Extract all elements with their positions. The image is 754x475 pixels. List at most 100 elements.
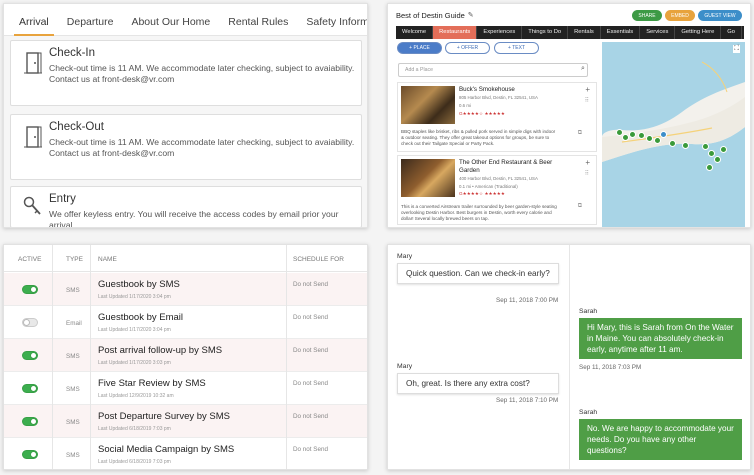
- col-active: ACTIVE: [18, 256, 42, 263]
- card-body: Check-out time is 11 AM. We accommodate …: [49, 63, 355, 84]
- toggle-knob: [30, 385, 37, 392]
- nav-welcome[interactable]: Welcome: [396, 26, 434, 39]
- nav-services[interactable]: Services: [640, 26, 676, 39]
- nav-essentials[interactable]: Essentials: [601, 26, 641, 39]
- add-text-button[interactable]: + TEXT: [494, 42, 539, 54]
- sender-name: Sarah: [579, 409, 598, 416]
- sender-name: Mary: [397, 363, 413, 370]
- map-pin[interactable]: [708, 150, 715, 157]
- map-pin[interactable]: [669, 140, 676, 147]
- edit-icon[interactable]: ✎: [468, 11, 474, 19]
- map-pin[interactable]: [654, 137, 661, 144]
- last-updated: Last Updated 1/17/2020 3:04 pm: [98, 327, 171, 333]
- active-toggle[interactable]: [22, 351, 38, 360]
- map-pin[interactable]: [646, 135, 653, 142]
- plus-icon[interactable]: +: [585, 85, 590, 94]
- active-toggle[interactable]: [22, 318, 38, 327]
- drag-handle-icon[interactable]: ⠿: [585, 170, 589, 177]
- schedule-value: Do not Send: [293, 314, 329, 321]
- add-place-input[interactable]: Add a Place: [398, 63, 588, 77]
- message-name[interactable]: Post arrival follow-up by SMS: [98, 345, 222, 356]
- sender-name: Sarah: [579, 308, 598, 315]
- toggle-knob: [30, 286, 37, 293]
- table-row[interactable]: SMS Post arrival follow-up by SMS Last Upd…: [4, 339, 367, 372]
- listing-address: 400 Harbor Blvd, Destin, FL 32541, USA: [459, 176, 538, 181]
- col-schedule: SCHEDULE FOR: [293, 256, 344, 263]
- guest-view-button[interactable]: GUEST VIEW: [698, 10, 742, 21]
- col-name: NAME: [98, 256, 117, 263]
- map-pin[interactable]: [706, 164, 713, 171]
- nav-rentals[interactable]: Rentals: [568, 26, 601, 39]
- rating-stars: G★★★★☆ ★★★★★: [459, 111, 506, 116]
- tab-rental-rules[interactable]: Rental Rules: [219, 16, 297, 35]
- map-pin[interactable]: [702, 143, 709, 150]
- listing-name: The Other End Restaurant & Beer Garden: [459, 159, 553, 174]
- table-row[interactable]: SMS Social Media Campaign by SMS Last Upda…: [4, 438, 367, 469]
- table-row[interactable]: Email Guestbook by Email Last Updated 1/17…: [4, 306, 367, 339]
- card-title: Check-In: [49, 47, 96, 59]
- listing-description: BBQ staples like brisket, ribs & pulled …: [401, 129, 556, 146]
- tab-about-our-home[interactable]: About Our Home: [122, 16, 219, 35]
- tab-departure[interactable]: Departure: [58, 16, 123, 35]
- active-toggle[interactable]: [22, 285, 38, 294]
- message-name[interactable]: Five Star Review by SMS: [98, 378, 206, 389]
- map-editor-panel: Best of Destin Guide ✎ SHARE EMBED GUEST…: [387, 3, 751, 228]
- check-out-card[interactable]: Check-Out Check-out time is 11 AM. We ac…: [10, 114, 362, 180]
- nav-things-to-do[interactable]: Things to Do: [522, 26, 569, 39]
- table-row[interactable]: SMS Five Star Review by SMS Last Updated 1…: [4, 372, 367, 405]
- share-button[interactable]: SHARE: [632, 10, 662, 21]
- listing-address: 805 Harbor Blvd, Destin, FL 32541, USA: [459, 95, 538, 100]
- map-pin[interactable]: [629, 131, 636, 138]
- toggle-knob: [30, 418, 37, 425]
- map-pin[interactable]: [682, 142, 689, 149]
- add-place-button[interactable]: + PLACE: [397, 42, 442, 54]
- card-title: Check-Out: [49, 121, 104, 133]
- chat-panel: Mary Quick question. Can we check-in ear…: [387, 244, 751, 470]
- message-name[interactable]: Post Departure Survey by SMS: [98, 411, 230, 422]
- message-timestamp: Sep 11, 2018 7:10 PM: [496, 397, 559, 404]
- link-icon[interactable]: ⧉: [578, 130, 582, 137]
- active-toggle[interactable]: [22, 417, 38, 426]
- list-item[interactable]: Buck's Smokehouse 805 Harbor Blvd, Desti…: [397, 82, 597, 152]
- plus-icon[interactable]: +: [585, 158, 590, 167]
- schedule-value: Do not Send: [293, 347, 329, 354]
- map-pin[interactable]: [638, 132, 645, 139]
- search-icon[interactable]: ⌕: [581, 65, 585, 73]
- message-name[interactable]: Guestbook by SMS: [98, 279, 180, 290]
- tab-arrival[interactable]: Arrival: [10, 16, 58, 36]
- table-row[interactable]: SMS Guestbook by SMS Last Updated 1/17/202…: [4, 273, 367, 306]
- message-type: SMS: [66, 287, 80, 294]
- last-updated: Last Updated 12/9/2019 10:32 am: [98, 393, 174, 399]
- active-toggle[interactable]: [22, 384, 38, 393]
- message-bubble: No. We are happy to accommodate your nee…: [579, 419, 742, 460]
- nav-more[interactable]: Go: [721, 26, 743, 39]
- add-offer-button[interactable]: + OFFER: [445, 42, 490, 54]
- list-item[interactable]: The Other End Restaurant & Beer Garden 4…: [397, 155, 597, 225]
- map-view[interactable]: ⛶: [602, 42, 745, 227]
- message-name[interactable]: Guestbook by Email: [98, 312, 183, 323]
- entry-card[interactable]: Entry We offer keyless entry. You will r…: [10, 186, 362, 227]
- tab-safety-information[interactable]: Safety Informat: [297, 16, 367, 35]
- table-row[interactable]: SMS Post Departure Survey by SMS Last Upda…: [4, 405, 367, 438]
- toggle-knob: [23, 319, 30, 326]
- map-pin[interactable]: [720, 146, 727, 153]
- map-pin[interactable]: [714, 156, 721, 163]
- check-in-card[interactable]: Check-In Check-out time is 11 AM. We acc…: [10, 40, 362, 106]
- messages-table-panel: ACTIVE TYPE NAME SCHEDULE FOR SMS Guestbo…: [3, 244, 368, 470]
- active-toggle[interactable]: [22, 450, 38, 459]
- map-pin[interactable]: [622, 134, 629, 141]
- col-type: TYPE: [66, 256, 83, 263]
- message-name[interactable]: Social Media Campaign by SMS: [98, 444, 234, 455]
- map-pin-selected[interactable]: [660, 131, 667, 138]
- nav-experiences[interactable]: Experiences: [477, 26, 523, 39]
- schedule-value: Do not Send: [293, 281, 329, 288]
- rating-stars: G★★★★☆ ★★★★★: [459, 191, 506, 196]
- nav-getting-here[interactable]: Getting Here: [675, 26, 722, 39]
- last-updated: Last Updated 6/18/2019 7:03 pm: [98, 426, 171, 432]
- nav-restaurants[interactable]: Restaurants: [433, 26, 478, 39]
- drag-handle-icon[interactable]: ⠿: [585, 97, 589, 104]
- fullscreen-icon[interactable]: ⛶: [733, 45, 740, 53]
- embed-button[interactable]: EMBED: [665, 10, 695, 21]
- link-icon[interactable]: ⧉: [578, 203, 582, 210]
- last-updated: Last Updated 1/17/2020 3:03 pm: [98, 360, 171, 366]
